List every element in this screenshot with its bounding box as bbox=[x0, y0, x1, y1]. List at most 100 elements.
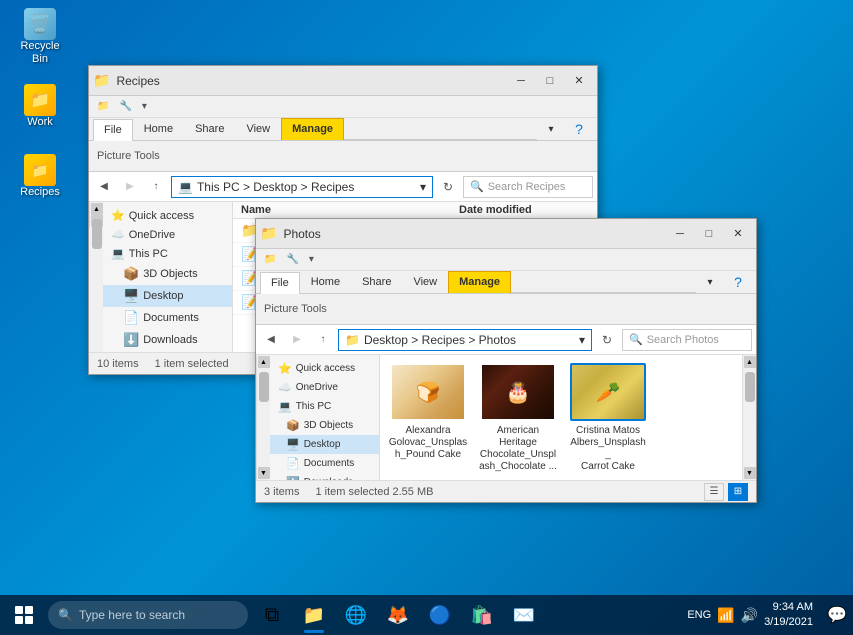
recipes-tab-manage[interactable]: Manage bbox=[281, 118, 344, 140]
photos-qat-new-folder[interactable]: 📁 bbox=[260, 252, 280, 267]
taskbar-file-explorer[interactable]: 📁 bbox=[294, 595, 334, 635]
notification-button[interactable]: 💬 bbox=[821, 595, 853, 635]
recipes-search-placeholder: Search Recipes bbox=[488, 181, 566, 193]
recipes-sidebar-quick-access[interactable]: ⭐ Quick access bbox=[103, 206, 232, 225]
start-button[interactable] bbox=[0, 595, 48, 635]
taskbar-edge[interactable]: 🌐 bbox=[336, 595, 376, 635]
recipes-sidebar-onedrive[interactable]: ☁️ OneDrive bbox=[103, 225, 232, 244]
photos-sidebar-documents[interactable]: 📄 Documents bbox=[270, 454, 379, 473]
recipes-sidebar-documents[interactable]: 📄 Documents bbox=[103, 307, 232, 329]
notification-icon: 💬 bbox=[827, 605, 847, 625]
photos-search-box[interactable]: 🔍 Search Photos bbox=[622, 329, 752, 351]
recipes-tab-home[interactable]: Home bbox=[133, 118, 184, 140]
photos-sidebar-3d-objects[interactable]: 📦 3D Objects bbox=[270, 416, 379, 435]
tray-language-icon[interactable]: ENG bbox=[687, 609, 711, 621]
photos-address-path[interactable]: 📁 Desktop > Recipes > Photos ▾ bbox=[338, 329, 592, 351]
photos-maximize-button[interactable]: □ bbox=[695, 223, 723, 245]
photos-thumbnail-pound-cake[interactable]: 🍞 AlexandraGolovac_Unsplash_Pound Cake bbox=[388, 363, 468, 461]
photos-tab-view[interactable]: View bbox=[402, 271, 448, 293]
photos-thumb-carrot-cake-wrap: 🥕 bbox=[570, 363, 646, 421]
photos-sidebar-downloads[interactable]: ⬇️ Downloads bbox=[270, 473, 379, 480]
photos-sidebar-desktop-icon: 🖥️ bbox=[286, 438, 300, 451]
photos-help-button[interactable]: ? bbox=[724, 271, 752, 293]
recipes-sidebar-desktop-icon: 🖥️ bbox=[123, 288, 139, 304]
photos-refresh-button[interactable]: ↻ bbox=[596, 329, 618, 351]
recipes-item-count: 10 items bbox=[97, 358, 139, 370]
desktop-icon-recipes[interactable]: 📁 Recipes bbox=[8, 150, 72, 203]
photos-ribbon-content: Picture Tools bbox=[256, 294, 756, 324]
photos-close-button[interactable]: ✕ bbox=[724, 223, 752, 245]
photos-forward-button[interactable]: ▶ bbox=[286, 329, 308, 351]
photos-scroll-up[interactable]: ▲ bbox=[258, 356, 270, 368]
recipes-sidebar-onedrive-label: OneDrive bbox=[129, 229, 175, 241]
tray-network-icon[interactable]: 📶 bbox=[717, 607, 734, 624]
photos-sidebar-desktop[interactable]: 🖥️ Desktop bbox=[270, 435, 379, 454]
recipes-qat-properties[interactable]: 🔧 bbox=[115, 99, 135, 114]
photos-minimize-button[interactable]: ─ bbox=[666, 223, 694, 245]
photos-scroll-down[interactable]: ▼ bbox=[258, 467, 270, 479]
recipes-tab-file[interactable]: File bbox=[93, 119, 133, 141]
recipes-window-title: Recipes bbox=[110, 74, 507, 88]
taskbar-store[interactable]: 🛍️ bbox=[462, 595, 502, 635]
recipes-up-button[interactable]: ↑ bbox=[145, 176, 167, 198]
recipes-minimize-button[interactable]: ─ bbox=[507, 70, 535, 92]
photos-qat-dropdown[interactable]: ▾ bbox=[305, 252, 318, 267]
desktop-icon-work[interactable]: 📁 Work bbox=[8, 80, 72, 133]
photos-right-scroll-up[interactable]: ▲ bbox=[744, 356, 756, 368]
photos-sidebar-quick-access-icon: ⭐ bbox=[278, 362, 292, 375]
recipes-tab-share[interactable]: Share bbox=[184, 118, 235, 140]
photos-back-button[interactable]: ◀ bbox=[260, 329, 282, 351]
photos-ribbon-collapse[interactable]: ▾ bbox=[696, 271, 724, 293]
recipes-ribbon-collapse[interactable]: ▾ bbox=[537, 118, 565, 140]
photos-tab-home[interactable]: Home bbox=[300, 271, 351, 293]
recipes-sidebar-downloads[interactable]: ⬇️ Downloads bbox=[103, 329, 232, 351]
recipes-sidebar-this-pc[interactable]: 💻 This PC bbox=[103, 244, 232, 263]
recipes-sidebar-downloads-icon: ⬇️ bbox=[123, 332, 139, 348]
taskbar: 🔍 Type here to search ⧉ 📁 🌐 🦊 🔵 🛍️ bbox=[0, 595, 853, 635]
recipes-qat: 📁 🔧 ▾ bbox=[89, 96, 597, 118]
photos-sidebar-this-pc[interactable]: 💻 This PC bbox=[270, 397, 379, 416]
desktop-icon-recycle-bin[interactable]: 🗑️ Recycle Bin bbox=[8, 4, 72, 70]
recipes-help-button[interactable]: ? bbox=[565, 118, 593, 140]
tray-volume-icon[interactable]: 🔊 bbox=[741, 607, 758, 624]
photos-tab-manage[interactable]: Manage bbox=[448, 271, 511, 293]
photos-sidebar-quick-access[interactable]: ⭐ Quick access bbox=[270, 359, 379, 378]
recipes-close-button[interactable]: ✕ bbox=[565, 70, 593, 92]
recipes-address-path[interactable]: 💻 This PC > Desktop > Recipes ▾ bbox=[171, 176, 433, 198]
recipes-maximize-button[interactable]: □ bbox=[536, 70, 564, 92]
recipes-sidebar-quick-access-label: Quick access bbox=[129, 210, 194, 222]
photos-tab-share[interactable]: Share bbox=[351, 271, 402, 293]
taskbar-task-view[interactable]: ⧉ bbox=[252, 595, 292, 635]
recipes-refresh-button[interactable]: ↻ bbox=[437, 176, 459, 198]
photos-right-scroll-down[interactable]: ▼ bbox=[744, 467, 756, 479]
photos-ribbon-tools: Picture Tools bbox=[264, 303, 327, 315]
recipes-forward-button[interactable]: ▶ bbox=[119, 176, 141, 198]
taskbar-chrome[interactable]: 🔵 bbox=[420, 595, 460, 635]
photos-sidebar-onedrive[interactable]: ☁️ OneDrive bbox=[270, 378, 379, 397]
photos-thumbnail-chocolate[interactable]: 🎂 AmericanHeritageChocolate_Unsplash_Cho… bbox=[478, 363, 558, 473]
recipes-tab-view[interactable]: View bbox=[235, 118, 281, 140]
recipes-scroll-up[interactable]: ▲ bbox=[91, 203, 103, 215]
recipes-col-date: Date modified bbox=[459, 204, 589, 216]
photos-thumbnail-carrot-cake[interactable]: 🥕 Cristina MatosAlbers_Unsplash_Carrot C… bbox=[568, 363, 648, 473]
photos-up-button[interactable]: ↑ bbox=[312, 329, 334, 351]
recipes-sidebar-desktop[interactable]: 🖥️ Desktop bbox=[103, 285, 232, 307]
chrome-icon: 🔵 bbox=[429, 605, 451, 626]
recipes-qat-dropdown[interactable]: ▾ bbox=[138, 99, 151, 114]
recycle-bin-label: Recycle Bin bbox=[12, 40, 68, 66]
recipes-qat-new-folder[interactable]: 📁 bbox=[93, 99, 113, 114]
photos-window: 📁 Photos ─ □ ✕ 📁 🔧 ▾ File Home Share Vie… bbox=[255, 218, 757, 503]
taskbar-search[interactable]: 🔍 Type here to search bbox=[48, 601, 248, 629]
taskbar-firefox[interactable]: 🦊 bbox=[378, 595, 418, 635]
recipes-sidebar-3d-objects[interactable]: 📦 3D Objects bbox=[103, 263, 232, 285]
photos-grid-view-btn[interactable]: ⊞ bbox=[728, 483, 748, 501]
taskbar-mail[interactable]: ✉️ bbox=[504, 595, 544, 635]
photos-qat-properties[interactable]: 🔧 bbox=[282, 252, 302, 267]
photos-tab-file[interactable]: File bbox=[260, 272, 300, 294]
recipes-search-box[interactable]: 🔍 Search Recipes bbox=[463, 176, 593, 198]
recipes-sidebar-3d-icon: 📦 bbox=[123, 266, 139, 282]
recipes-back-button[interactable]: ◀ bbox=[93, 176, 115, 198]
file-explorer-icon: 📁 bbox=[303, 605, 325, 626]
tray-clock[interactable]: 9:34 AM 3/19/2021 bbox=[764, 600, 813, 631]
photos-list-view-btn[interactable]: ☰ bbox=[704, 483, 724, 501]
